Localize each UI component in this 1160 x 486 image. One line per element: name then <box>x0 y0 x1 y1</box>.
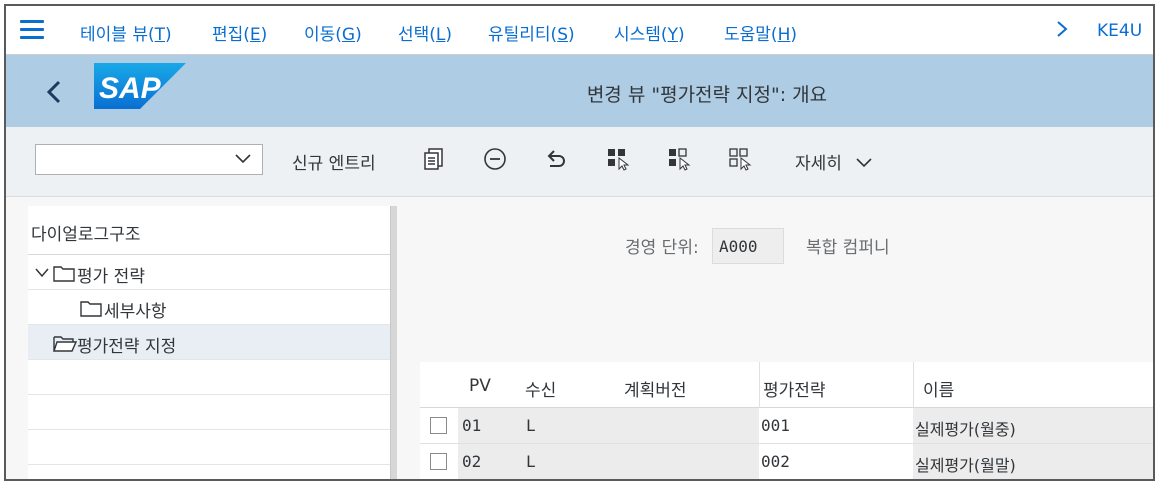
cell-valuation-strategy[interactable]: 002 <box>759 444 913 479</box>
company-unit-value: A000 <box>712 228 784 264</box>
company-unit-description: 복합 컴퍼니 <box>806 238 890 258</box>
column-header-receive[interactable]: 수신 <box>525 376 556 401</box>
row-select-checkbox[interactable] <box>430 417 447 434</box>
chevron-down-icon <box>856 158 872 168</box>
tree-item-label: 평가 전략 <box>77 267 145 287</box>
delete-icon[interactable] <box>483 147 507 171</box>
folder-icon <box>53 266 75 282</box>
tree-empty-row <box>28 395 392 430</box>
column-header-plan-version[interactable]: 계획버전 <box>624 376 687 401</box>
cell-plan-version <box>622 408 759 443</box>
row-select-checkbox[interactable] <box>430 453 447 470</box>
pane-splitter[interactable] <box>390 206 397 479</box>
cell-valuation-strategy[interactable]: 001 <box>759 408 913 443</box>
details-menu-button[interactable]: 자세히 <box>795 149 873 174</box>
chevron-right-icon[interactable] <box>1055 18 1069 40</box>
table-header: PV 수신 계획버전 평가전략 이름 <box>420 362 1153 408</box>
deselect-all-icon[interactable] <box>728 147 752 171</box>
dialog-structure-tree: 다이얼로그구조 평가 전략 세부사항 평가전략 지정 <box>28 206 392 479</box>
tree-item-valuation-strategy[interactable]: 평가 전략 <box>28 255 392 290</box>
menu-utilities[interactable]: 유틸리티(S) <box>488 20 575 45</box>
tree-item-label: 세부사항 <box>104 302 167 322</box>
title-bar: SAP 변경 뷰 "평가전략 지정": 개요 <box>6 55 1153 127</box>
tree-item-valuation-assignment[interactable]: 평가전략 지정 <box>28 325 392 360</box>
tree-header: 다이얼로그구조 <box>28 206 392 255</box>
column-header-valuation-strategy[interactable]: 평가전략 <box>763 376 826 401</box>
cell-plan-version <box>622 444 759 479</box>
cell-pv: 02 <box>458 444 522 479</box>
menu-system[interactable]: 시스템(Y) <box>614 20 685 45</box>
toolbar: 신규 엔트리 자세히 <box>6 127 1153 197</box>
menu-edit[interactable]: 편집(E) <box>212 20 267 45</box>
cell-name: 실제평가(월중) <box>913 408 1153 443</box>
undo-icon[interactable] <box>544 147 568 171</box>
company-unit-label: 경영 단위: <box>625 238 699 258</box>
content-area: 다이얼로그구조 평가 전략 세부사항 평가전략 지정 경영 단위: A000 복… <box>6 198 1153 479</box>
sap-window: 테이블 뷰(T) 편집(E) 이동(G) 선택(L) 유틸리티(S) 시스템(Y… <box>4 4 1155 481</box>
column-header-pv[interactable]: PV <box>469 376 491 396</box>
new-entry-button[interactable]: 신규 엔트리 <box>292 149 376 174</box>
tree-empty-row <box>28 360 392 395</box>
page-title: 변경 뷰 "평가전략 지정": 개요 <box>586 84 828 106</box>
chevron-down-icon[interactable] <box>234 153 252 165</box>
details-label: 자세히 <box>795 154 842 174</box>
cell-name: 실제평가(월말) <box>913 444 1153 479</box>
system-id: KE4U <box>1097 21 1143 41</box>
select-all-icon[interactable] <box>606 147 630 171</box>
copy-icon[interactable] <box>422 147 446 171</box>
cell-pv: 01 <box>458 408 522 443</box>
open-folder-icon <box>53 336 77 352</box>
select-block-icon[interactable] <box>667 147 691 171</box>
column-header-name[interactable]: 이름 <box>923 376 954 401</box>
chevron-down-icon[interactable] <box>34 267 50 279</box>
menu-goto[interactable]: 이동(G) <box>304 20 362 45</box>
cell-receive: L <box>522 444 622 479</box>
menu-select[interactable]: 선택(L) <box>398 20 452 45</box>
menu-help[interactable]: 도움말(H) <box>724 20 797 45</box>
tree-item-label: 평가전략 지정 <box>77 337 177 357</box>
tree-empty-row <box>28 430 392 465</box>
command-field[interactable] <box>35 144 263 175</box>
folder-icon <box>80 301 102 317</box>
cell-receive: L <box>522 408 622 443</box>
menu-icon[interactable] <box>20 20 46 40</box>
menu-table-view[interactable]: 테이블 뷰(T) <box>80 20 172 45</box>
tree-item-details[interactable]: 세부사항 <box>28 290 392 325</box>
table-row[interactable]: 02 L 002 실제평가(월말) <box>420 444 1153 479</box>
menu-bar: 테이블 뷰(T) 편집(E) 이동(G) 선택(L) 유틸리티(S) 시스템(Y… <box>6 6 1153 55</box>
assignment-table: PV 수신 계획버전 평가전략 이름 01 L 001 실제평가(월중) 02 … <box>420 362 1153 479</box>
table-row[interactable]: 01 L 001 실제평가(월중) <box>420 408 1153 444</box>
